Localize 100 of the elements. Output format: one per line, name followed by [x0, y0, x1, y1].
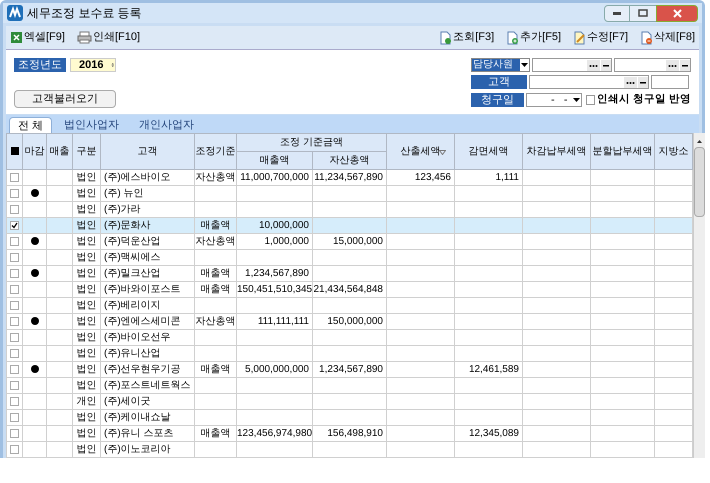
row-checkbox[interactable]	[10, 444, 19, 454]
more-icon[interactable]	[624, 76, 637, 88]
toolbar-button[interactable]: 수정[F7]	[573, 29, 628, 46]
row-checkbox[interactable]	[10, 380, 19, 390]
staff-field[interactable]	[532, 58, 612, 72]
amount-cell: 123,456	[386, 170, 454, 186]
row-checkbox[interactable]	[10, 348, 19, 358]
column-header[interactable]: 마감	[22, 134, 46, 170]
toolbar-button[interactable]: 추가[F5]	[506, 29, 562, 46]
customer-cell: (주)이노코리아	[100, 442, 194, 458]
customer-cell: (주)바와이포스트	[100, 282, 194, 298]
maximize-button[interactable]	[630, 4, 656, 22]
customer-cell: (주)유니산업	[100, 346, 194, 362]
more-icon[interactable]	[586, 60, 600, 70]
year-label: 조정년도	[14, 58, 66, 72]
minus-icon[interactable]	[600, 60, 611, 70]
select-all-checkbox[interactable]	[10, 147, 18, 156]
customer-cell: (주)밀크산업	[100, 266, 194, 282]
row-checkbox[interactable]	[10, 188, 19, 198]
amount-cell: 12,461,589	[454, 362, 522, 378]
type-cell: 개인	[72, 394, 100, 410]
column-header[interactable]: 분할납부세액	[590, 134, 654, 170]
basis-cell: 자산총액	[194, 314, 236, 330]
type-cell: 법인	[72, 266, 100, 282]
type-cell: 법인	[72, 362, 100, 378]
row-checkbox[interactable]	[10, 220, 19, 230]
column-header[interactable]: 고객	[100, 134, 194, 170]
billing-date-label: 청구일	[471, 92, 524, 107]
tab[interactable]: 전 체	[9, 117, 52, 133]
amount-cell: 150,000,000	[312, 314, 386, 330]
minimize-icon	[613, 12, 621, 14]
row-checkbox[interactable]	[10, 332, 19, 342]
printer-icon	[76, 31, 92, 44]
type-cell: 법인	[72, 314, 100, 330]
billing-date-field[interactable]: - -	[526, 92, 582, 107]
close-button[interactable]	[656, 4, 698, 22]
more-icon[interactable]	[666, 60, 679, 70]
customer-field[interactable]	[529, 75, 649, 89]
tab[interactable]: 법인사업자	[56, 117, 128, 133]
row-checkbox[interactable]	[10, 396, 19, 406]
toolbar-button[interactable]: 삭제[F8]	[640, 29, 695, 46]
column-header[interactable]: 구분	[72, 134, 100, 170]
year-spinner[interactable]: 2016	[70, 58, 116, 72]
staff-field[interactable]	[614, 58, 691, 72]
basis-cell: 매출액	[194, 362, 236, 378]
type-cell: 법인	[72, 186, 100, 202]
row-checkbox[interactable]	[10, 300, 19, 310]
toolbar-button[interactable]: 조회[F3]	[439, 29, 494, 46]
row-checkbox[interactable]	[10, 236, 19, 246]
customer-label: 고객	[471, 75, 527, 89]
scroll-thumb[interactable]	[694, 147, 705, 217]
dropdown-arrow-icon	[572, 96, 581, 103]
type-cell: 법인	[72, 250, 100, 266]
basis-cell: 매출액	[194, 266, 236, 282]
print-option-checkbox[interactable]	[586, 94, 596, 105]
print-option-label: 인쇄시 청구일 반영	[597, 92, 691, 107]
type-cell: 법인	[72, 234, 100, 250]
column-header[interactable]: 산출세액	[386, 134, 454, 170]
amount-cell: 21,434,564,848	[312, 282, 386, 298]
basis-cell: 자산총액	[194, 170, 236, 186]
tab[interactable]: 개인사업자	[131, 117, 202, 133]
amount-cell: 12,345,089	[454, 426, 522, 442]
customer-cell: (주)덕운산업	[100, 234, 194, 250]
column-header[interactable]: 감면세액	[454, 134, 522, 170]
amount-cell: 11,000,700,000	[236, 170, 312, 186]
type-cell: 법인	[72, 410, 100, 426]
row-checkbox[interactable]	[10, 268, 19, 278]
toolbar-button[interactable]: 인쇄[F10]	[76, 29, 140, 46]
minus-icon[interactable]	[638, 76, 648, 88]
type-cell: 법인	[72, 298, 100, 314]
row-checkbox[interactable]	[10, 204, 19, 214]
amount-cell: 1,000,000	[236, 234, 312, 250]
row-checkbox[interactable]	[10, 428, 19, 438]
column-header[interactable]: 조정기준	[194, 134, 236, 170]
customer-code-field[interactable]	[651, 75, 689, 89]
edit-document-icon	[573, 30, 586, 44]
amount-cell: 111,111,111	[236, 314, 312, 330]
row-checkbox[interactable]	[10, 252, 19, 262]
type-cell: 법인	[72, 426, 100, 442]
staff-dropdown[interactable]: 담당사원	[471, 58, 530, 72]
row-checkbox[interactable]	[10, 284, 19, 294]
minimize-button[interactable]	[604, 4, 630, 22]
customer-cell: (주)베리이지	[100, 298, 194, 314]
column-header[interactable]: 매출액	[236, 152, 312, 170]
row-checkbox[interactable]	[10, 172, 19, 182]
amount-cell: 150,451,510,345	[236, 282, 312, 298]
column-header[interactable]: 매출	[46, 134, 72, 170]
load-customers-button[interactable]: 고객불러오기	[14, 90, 116, 108]
minus-icon[interactable]	[680, 60, 690, 70]
scrollbar[interactable]	[693, 133, 705, 458]
row-checkbox[interactable]	[10, 412, 19, 422]
customer-cell: (주)엔에스세미콘	[100, 314, 194, 330]
row-checkbox[interactable]	[10, 364, 19, 374]
type-cell: 법인	[72, 346, 100, 362]
delete-document-icon	[640, 30, 654, 44]
column-header[interactable]: 차감납부세액	[522, 134, 590, 170]
type-cell: 법인	[72, 378, 100, 394]
row-checkbox[interactable]	[10, 316, 19, 326]
document-icon	[439, 30, 452, 44]
toolbar-button[interactable]: 엑셀[F9]	[10, 29, 65, 46]
